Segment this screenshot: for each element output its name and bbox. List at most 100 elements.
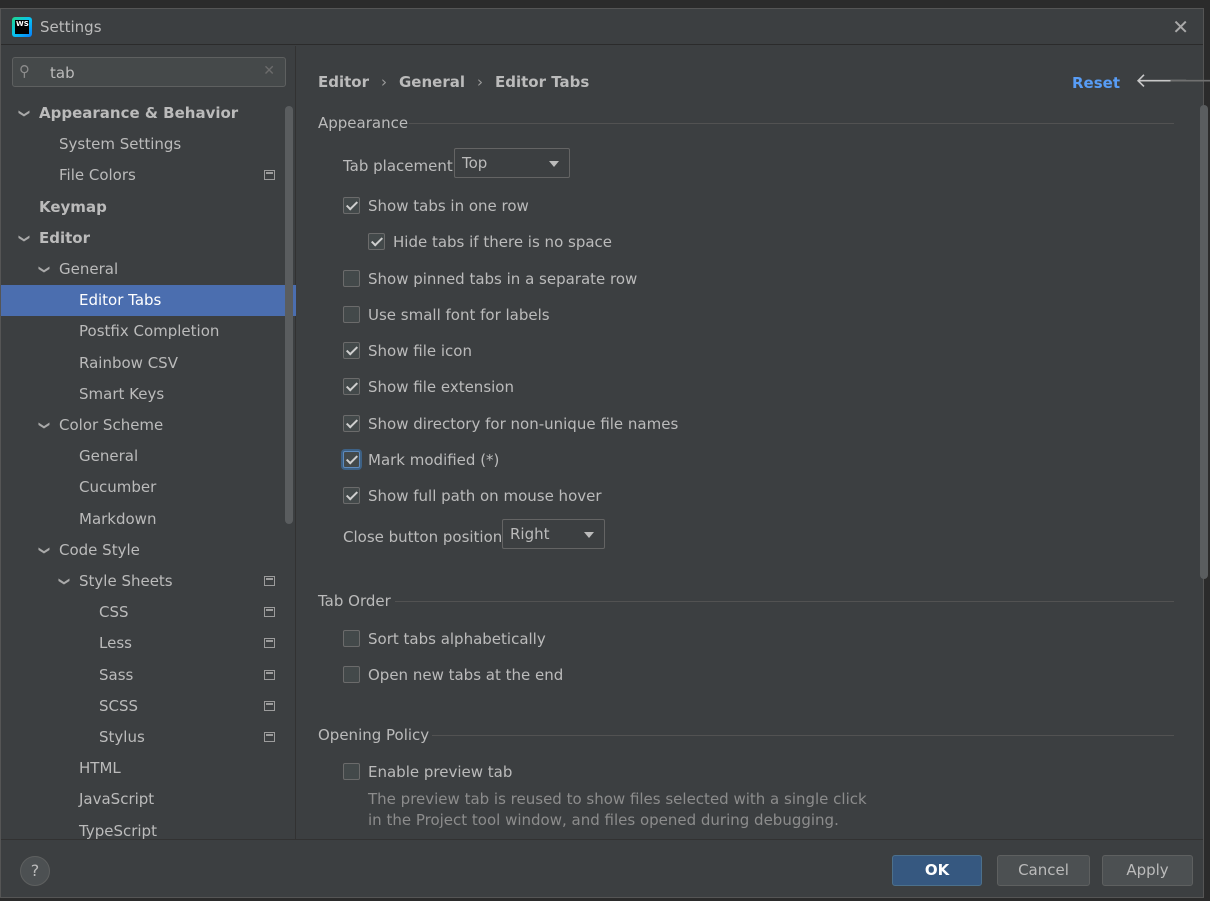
chevron-right-icon: › <box>477 73 483 91</box>
settings-sidebar: ⚲ tab ✕ ❯ Appearance & Behavior System Set… <box>1 46 296 840</box>
project-scope-icon <box>264 170 275 180</box>
sidebar-item-label: Rainbow CSV <box>79 354 178 372</box>
sidebar-item-smart-keys[interactable]: Smart Keys <box>1 379 296 410</box>
sidebar-item-editor-tabs[interactable]: Editor Tabs <box>1 285 296 316</box>
clear-search-icon[interactable]: ✕ <box>263 63 275 79</box>
sidebar-item-code-style[interactable]: ❯ Code Style <box>1 535 296 566</box>
sidebar-item-label: Appearance & Behavior <box>39 104 239 122</box>
checkbox[interactable] <box>343 378 360 395</box>
sidebar-item-label: Color Scheme <box>59 416 164 434</box>
sidebar-item-cucumber[interactable]: Cucumber <box>1 472 296 503</box>
sidebar-item-javascript[interactable]: JavaScript <box>1 784 296 815</box>
chevron-down-icon[interactable]: ❯ <box>49 577 80 586</box>
checkbox-label: Use small font for labels <box>368 306 550 324</box>
sidebar-item-label: General <box>79 447 139 465</box>
sidebar-item-general[interactable]: ❯ General <box>1 254 296 285</box>
chevron-down-icon[interactable]: ❯ <box>9 234 40 243</box>
sidebar-item-css[interactable]: CSS <box>1 597 296 628</box>
sidebar-item-label: Code Style <box>59 541 140 559</box>
chevron-down-icon[interactable]: ❯ <box>29 546 60 555</box>
checkbox[interactable] <box>343 451 360 468</box>
tab-placement-label: Tab placement: <box>343 157 458 175</box>
sidebar-item-system-settings[interactable]: System Settings <box>1 129 296 160</box>
checkbox[interactable] <box>368 233 385 250</box>
search-icon: ⚲ <box>19 62 30 80</box>
sidebar-item-color-scheme[interactable]: ❯ Color Scheme <box>1 410 296 441</box>
sidebar-item-file-colors[interactable]: File Colors <box>1 160 296 191</box>
close-button-position-dropdown[interactable]: Right <box>502 519 605 549</box>
tab-placement-value: Top <box>462 154 488 172</box>
project-scope-icon <box>264 638 275 648</box>
preview-tab-description-line1: The preview tab is reused to show files … <box>368 790 867 808</box>
project-scope-icon <box>264 607 275 617</box>
title-bar: WS Settings ✕ <box>1 9 1203 45</box>
forward-arrow-icon[interactable]: 🡒 <box>1168 68 1210 92</box>
sidebar-item-scss[interactable]: SCSS <box>1 691 296 722</box>
sidebar-item-markdown[interactable]: Markdown <box>1 504 296 535</box>
sidebar-item-keymap[interactable]: Keymap <box>1 192 296 223</box>
sidebar-item-stylus[interactable]: Stylus <box>1 722 296 753</box>
search-value[interactable]: tab <box>50 64 75 82</box>
ok-button[interactable]: OK <box>892 855 982 886</box>
checkbox[interactable] <box>343 415 360 432</box>
checkbox[interactable] <box>343 487 360 504</box>
settings-content: Editor › General › Editor Tabs Reset 🡐 🡒 App… <box>297 46 1210 839</box>
sidebar-item-label: Keymap <box>39 198 107 216</box>
cancel-button[interactable]: Cancel <box>997 855 1090 886</box>
sidebar-item-label: Smart Keys <box>79 385 165 403</box>
checkbox[interactable] <box>343 197 360 214</box>
sidebar-item-postfix-completion[interactable]: Postfix Completion <box>1 316 296 347</box>
checkbox-label: Mark modified (*) <box>368 451 500 469</box>
sidebar-item-style-sheets[interactable]: ❯ Style Sheets <box>1 566 296 597</box>
tab-placement-dropdown[interactable]: Top <box>454 148 570 178</box>
dialog-footer: ? OK Cancel Apply <box>1 839 1203 897</box>
sidebar-item-editor[interactable]: ❯ Editor <box>1 223 296 254</box>
close-button-position-value: Right <box>510 525 550 543</box>
settings-dialog: WS Settings ✕ ⚲ tab ✕ ❯ Appearance & Beha… <box>0 8 1210 898</box>
checkbox[interactable] <box>343 666 360 683</box>
sidebar-item-sass[interactable]: Sass <box>1 660 296 691</box>
sidebar-scrollbar[interactable] <box>285 106 293 524</box>
window-title: Settings <box>40 18 102 36</box>
checkbox[interactable] <box>343 270 360 287</box>
dropdown-arrow-icon <box>549 161 559 167</box>
content-scrollbar[interactable] <box>1200 105 1208 579</box>
sidebar-item-appearance-behavior[interactable]: ❯ Appearance & Behavior <box>1 98 296 129</box>
sidebar-item-label: Postfix Completion <box>79 322 220 340</box>
checkbox-label: Show directory for non-unique file names <box>368 415 679 433</box>
chevron-down-icon[interactable]: ❯ <box>29 421 60 430</box>
sidebar-item-label: File Colors <box>59 166 136 184</box>
checkbox-label: Open new tabs at the end <box>368 666 564 684</box>
checkbox-label: Enable preview tab <box>368 763 513 781</box>
help-button[interactable]: ? <box>20 856 50 886</box>
sidebar-item-rainbow-csv[interactable]: Rainbow CSV <box>1 348 296 379</box>
search-input[interactable]: ⚲ tab ✕ <box>12 57 286 87</box>
webstorm-app-icon: WS <box>12 17 32 37</box>
sidebar-item-label: Editor Tabs <box>79 291 162 309</box>
section-appearance-title: Appearance <box>318 114 409 132</box>
checkbox[interactable] <box>343 342 360 359</box>
sidebar-item-html[interactable]: HTML <box>1 753 296 784</box>
chevron-down-icon[interactable]: ❯ <box>29 265 60 274</box>
breadcrumb: Editor › General › Editor Tabs <box>318 73 589 91</box>
section-divider <box>432 735 1174 736</box>
chevron-down-icon[interactable]: ❯ <box>9 109 40 118</box>
preview-tab-description: The preview tab is reused to show files … <box>368 789 867 831</box>
reset-link[interactable]: Reset <box>1072 74 1120 92</box>
sidebar-item-less[interactable]: Less <box>1 628 296 659</box>
sidebar-item-label: SCSS <box>99 697 139 715</box>
checkbox-label: Show pinned tabs in a separate row <box>368 270 638 288</box>
checkbox[interactable] <box>343 630 360 647</box>
close-icon[interactable]: ✕ <box>1172 15 1189 39</box>
checkbox[interactable] <box>343 306 360 323</box>
apply-button[interactable]: Apply <box>1102 855 1193 886</box>
sidebar-item-label: Stylus <box>99 728 145 746</box>
section-divider <box>395 601 1174 602</box>
preview-tab-description-line2: in the Project tool window, and files op… <box>368 811 839 829</box>
checkbox[interactable] <box>343 763 360 780</box>
sidebar-item-label: JavaScript <box>79 790 155 808</box>
breadcrumb-general: General <box>399 73 465 91</box>
sidebar-item-label: Markdown <box>79 510 157 528</box>
sidebar-item-general[interactable]: General <box>1 441 296 472</box>
checkbox-label: Hide tabs if there is no space <box>393 233 613 251</box>
